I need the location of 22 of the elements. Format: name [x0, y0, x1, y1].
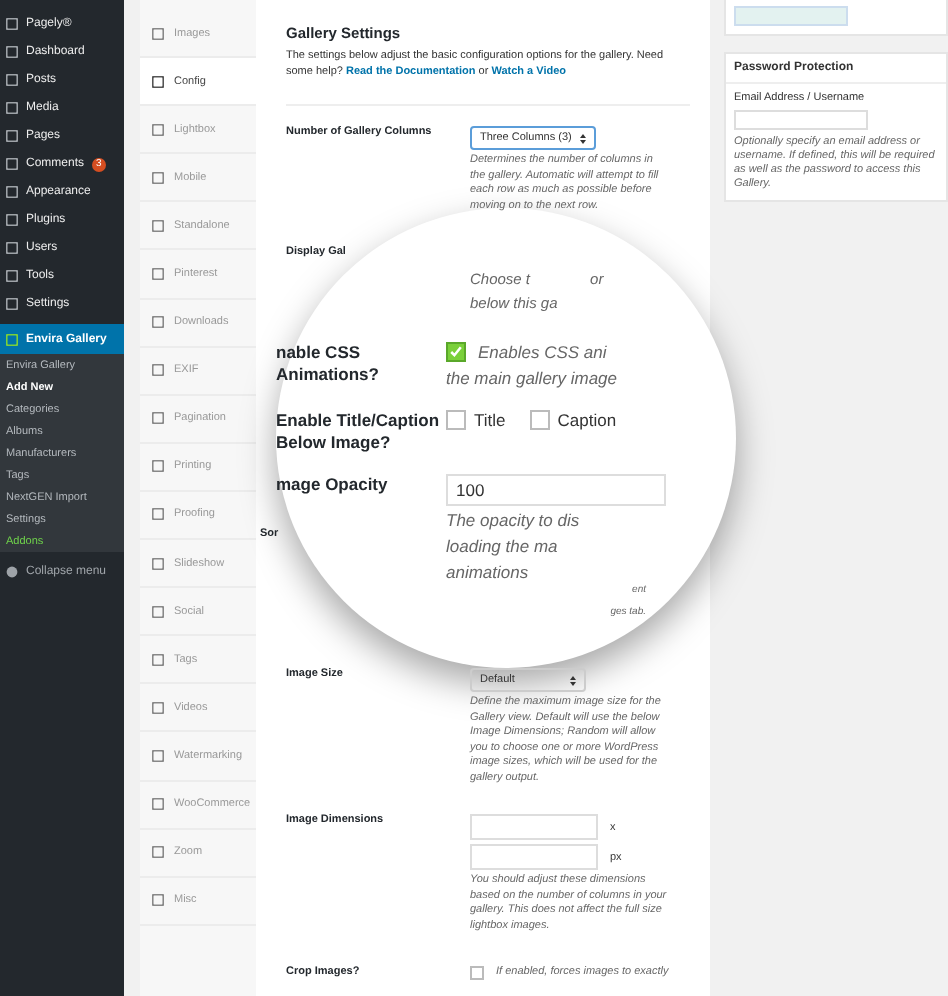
caret-icon: [570, 675, 576, 685]
field-description: animations: [446, 562, 531, 584]
circle-icon: [6, 566, 18, 578]
input-field[interactable]: [470, 814, 598, 840]
field-description: The opacity to dis: [446, 510, 582, 532]
field-description: Enables CSS ani: [478, 342, 607, 364]
caret-icon: [579, 133, 586, 143]
field-description: the main gallery image: [446, 368, 620, 390]
checkbox-label: Title: [474, 410, 506, 430]
field-label: Enable Title/Caption Below Image?: [276, 410, 442, 454]
checkbox-label: Caption: [557, 410, 617, 430]
input-field[interactable]: [470, 844, 598, 870]
input-field[interactable]: 100: [446, 474, 666, 506]
input-field[interactable]: [734, 6, 848, 26]
input-field[interactable]: [734, 110, 868, 130]
checkbox[interactable]: [446, 410, 466, 430]
checkbox[interactable]: [446, 342, 466, 362]
field-label: mage Opacity: [276, 474, 388, 496]
field-label: nable CSS Animations?: [276, 342, 381, 388]
checkbox[interactable]: [529, 410, 550, 430]
checkbox[interactable]: [470, 966, 484, 980]
field-description: loading the ma: [446, 536, 560, 558]
